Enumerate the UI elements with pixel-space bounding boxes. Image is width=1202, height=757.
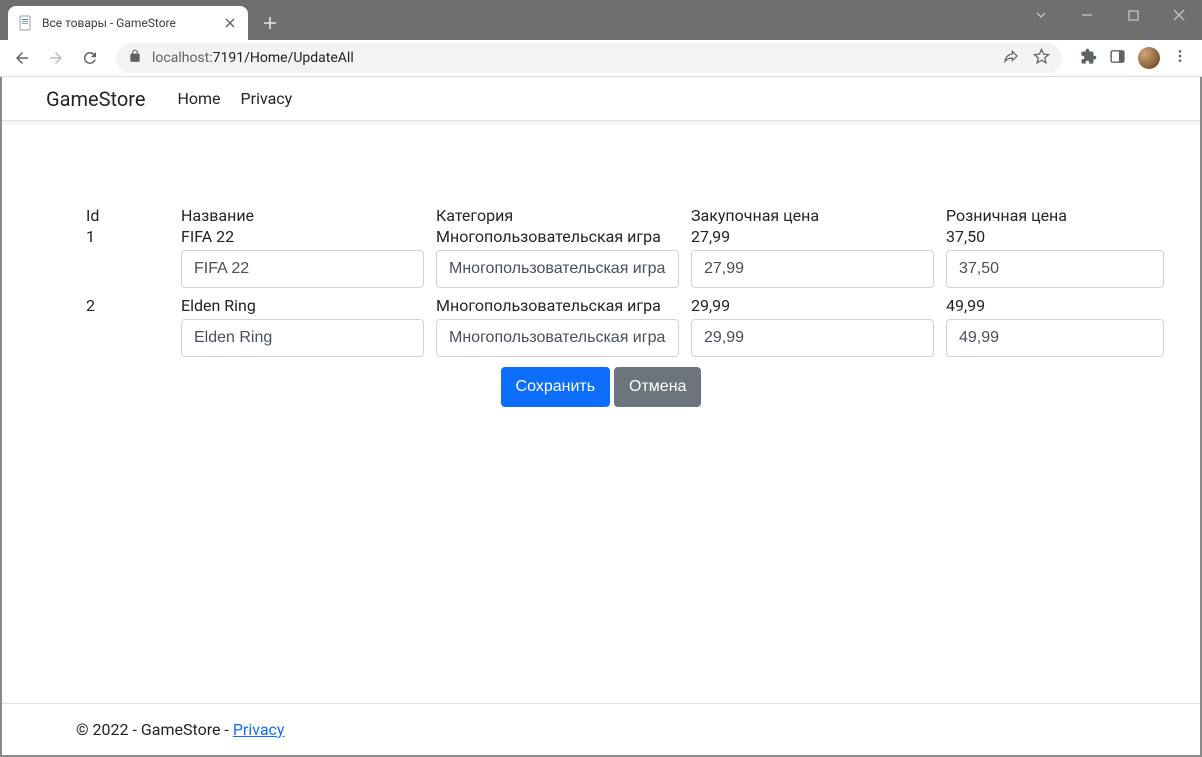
window-minimize-icon[interactable] (1064, 0, 1110, 30)
footer: © 2022 - GameStore - Privacy (2, 703, 1200, 755)
input-retail-price[interactable] (946, 319, 1164, 357)
cell-id: 1 (86, 227, 181, 248)
cell-name: FIFA 22 (181, 227, 436, 246)
cell-category: Многопользовательская игра (436, 227, 691, 246)
window-dropdown-icon[interactable] (1018, 0, 1064, 30)
window-close-icon[interactable] (1156, 0, 1202, 30)
tab-favicon-icon (18, 15, 34, 31)
url-text: localhost:7191/Home/UpdateAll (152, 50, 354, 66)
input-name[interactable] (181, 319, 424, 357)
cell-retail-price: 37,50 (946, 227, 1176, 246)
input-purchase-price[interactable] (691, 319, 934, 357)
close-tab-icon[interactable] (222, 15, 238, 31)
extensions-icon[interactable] (1080, 48, 1097, 69)
share-icon[interactable] (1003, 48, 1019, 68)
input-name[interactable] (181, 250, 424, 288)
input-category[interactable] (436, 250, 679, 288)
table-header-row: Id Название Категория Закупочная цена Ро… (86, 206, 1116, 227)
new-tab-button[interactable] (256, 9, 284, 37)
cell-purchase-price: 29,99 (691, 296, 946, 315)
back-button[interactable] (8, 44, 36, 72)
header-id: Id (86, 206, 181, 227)
brand-link[interactable]: GameStore (46, 87, 145, 111)
forward-button (42, 44, 70, 72)
window-controls (1018, 0, 1202, 30)
input-purchase-price[interactable] (691, 250, 934, 288)
browser-tab[interactable]: Все товары - GameStore (8, 6, 248, 40)
nav-home[interactable]: Home (177, 85, 220, 112)
cell-name: Elden Ring (181, 296, 436, 315)
cell-purchase-price: 27,99 (691, 227, 946, 246)
table-row: 2 Elden Ring Многопользовательская игра … (86, 296, 1116, 359)
cancel-button[interactable]: Отмена (614, 367, 701, 407)
browser-toolbar: localhost:7191/Home/UpdateAll (0, 40, 1202, 77)
cell-retail-price: 49,99 (946, 296, 1176, 315)
window-maximize-icon[interactable] (1110, 0, 1156, 30)
lock-icon (128, 49, 142, 67)
menu-icon[interactable] (1172, 48, 1188, 68)
page-viewport: GameStore Home Privacy Id Название Катег… (0, 77, 1202, 757)
profile-avatar[interactable] (1138, 47, 1160, 69)
side-panel-icon[interactable] (1109, 48, 1126, 69)
cell-id: 2 (86, 296, 181, 317)
input-category[interactable] (436, 319, 679, 357)
footer-copyright: © 2022 - GameStore - (76, 720, 233, 739)
save-button[interactable]: Сохранить (501, 367, 611, 407)
navbar: GameStore Home Privacy (2, 77, 1200, 121)
input-retail-price[interactable] (946, 250, 1164, 288)
reload-button[interactable] (76, 44, 104, 72)
star-icon[interactable] (1033, 48, 1050, 69)
header-purchase-price: Закупочная цена (691, 206, 946, 227)
header-category: Категория (436, 206, 691, 227)
table-row: 1 FIFA 22 Многопользовательская игра 27,… (86, 227, 1116, 290)
browser-tab-strip: Все товары - GameStore (0, 0, 1202, 40)
cell-category: Многопользовательская игра (436, 296, 691, 315)
address-bar[interactable]: localhost:7191/Home/UpdateAll (116, 43, 1062, 73)
nav-privacy[interactable]: Privacy (241, 85, 293, 112)
header-name: Название (181, 206, 436, 227)
tab-title: Все товары - GameStore (42, 16, 214, 30)
header-retail-price: Розничная цена (946, 206, 1176, 227)
footer-privacy-link[interactable]: Privacy (233, 720, 285, 739)
